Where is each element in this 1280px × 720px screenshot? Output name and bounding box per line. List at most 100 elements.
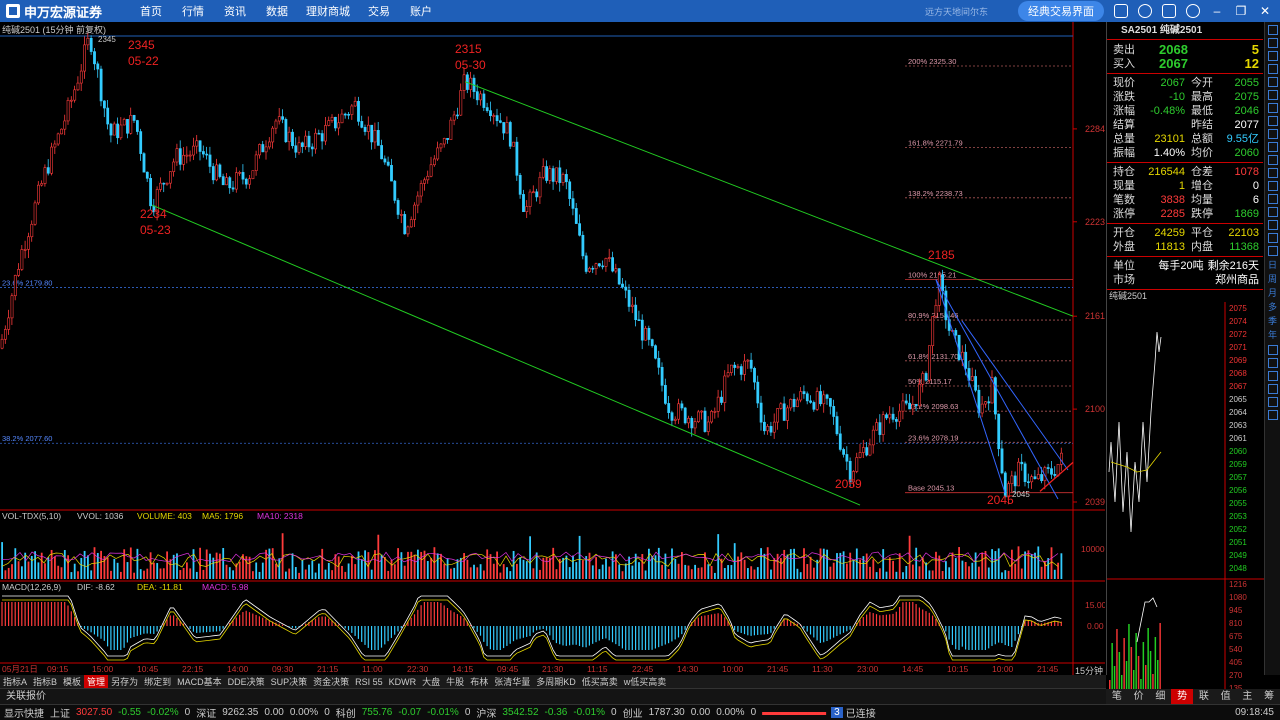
right-tab[interactable]: 价 bbox=[1128, 689, 1150, 704]
tool-icon[interactable] bbox=[1267, 410, 1278, 420]
toolbar-item[interactable]: 低买高卖 bbox=[579, 675, 621, 688]
candle-body bbox=[1023, 463, 1027, 482]
right-tab[interactable]: 主 bbox=[1237, 689, 1259, 704]
nav-wealth-mall[interactable]: 理财商城 bbox=[298, 3, 358, 19]
nav-trade[interactable]: 交易 bbox=[358, 3, 400, 19]
volume-bar bbox=[304, 569, 307, 579]
related-quotes-bar[interactable]: 关联报价 bbox=[0, 688, 1106, 704]
tool-icon[interactable] bbox=[1267, 77, 1278, 87]
tool-icon[interactable] bbox=[1267, 358, 1278, 368]
tool-icon[interactable] bbox=[1267, 25, 1278, 35]
candle-body bbox=[1000, 448, 1004, 474]
toolbar-item[interactable]: 模板 bbox=[60, 675, 84, 688]
toolbar-item[interactable]: 另存为 bbox=[108, 675, 141, 688]
kline-chart-svg[interactable]: 2284 2223 2161 2100 2039 200% 2325.30 161.8% 2… bbox=[0, 22, 1105, 675]
candle-body bbox=[743, 360, 747, 375]
candle-body bbox=[291, 131, 294, 147]
toolbar-item[interactable]: 牛股 bbox=[443, 675, 467, 688]
tool-icon[interactable] bbox=[1267, 116, 1278, 126]
volume-legend: MA5: 1796 bbox=[202, 511, 243, 521]
sell-row[interactable]: 卖出 2068 5 bbox=[1107, 43, 1263, 57]
minimize-icon[interactable]: – bbox=[1210, 4, 1224, 18]
tool-icon[interactable] bbox=[1267, 64, 1278, 74]
toolbar-item[interactable]: w低买高卖 bbox=[621, 675, 670, 688]
tool-icon[interactable] bbox=[1267, 51, 1278, 61]
volume-bar bbox=[572, 555, 574, 579]
volume-bar bbox=[852, 559, 855, 579]
tool-icon[interactable] bbox=[1267, 181, 1278, 191]
toolbar-item[interactable]: 指标B bbox=[30, 675, 60, 688]
right-tab[interactable]: 筹 bbox=[1258, 689, 1280, 704]
right-tab[interactable]: 细 bbox=[1150, 689, 1172, 704]
right-tab[interactable]: 势 bbox=[1171, 689, 1193, 704]
nav-news[interactable]: 资讯 bbox=[214, 3, 256, 19]
volume-bar bbox=[912, 564, 914, 579]
right-tab[interactable]: 笔 bbox=[1106, 689, 1128, 704]
buy-row[interactable]: 买入 2067 12 bbox=[1107, 57, 1263, 71]
period-shortcut[interactable]: 季 bbox=[1265, 314, 1280, 328]
toolbar-item[interactable]: 大盘 bbox=[419, 675, 443, 688]
related-quotes-tab[interactable]: 关联报价 bbox=[6, 691, 46, 702]
toolbar-item[interactable]: 布林 bbox=[467, 675, 491, 688]
volume-bar bbox=[1053, 569, 1056, 579]
period-shortcut[interactable]: 日 bbox=[1265, 258, 1280, 272]
kline-chart-area[interactable]: 2284 2223 2161 2100 2039 200% 2325.30 161.8% 2… bbox=[0, 22, 1105, 675]
candle-body bbox=[637, 319, 641, 321]
tool-icon[interactable] bbox=[1267, 142, 1278, 152]
intraday-mini-chart[interactable]: 2075 2074 2072 2071 2069 2068 2067 2065 2064 2063… bbox=[1107, 302, 1264, 692]
toolbar-item[interactable]: MACD基本 bbox=[174, 675, 225, 688]
tool-icon[interactable] bbox=[1267, 168, 1278, 178]
quote-a-label: 结算 bbox=[1113, 119, 1135, 131]
tool-icon[interactable] bbox=[1267, 220, 1278, 230]
toolbar-item[interactable]: 多周期KD bbox=[533, 675, 579, 688]
classic-trade-button[interactable]: 经典交易界面 bbox=[1018, 1, 1104, 21]
tool-icon[interactable] bbox=[1267, 384, 1278, 394]
period-shortcut[interactable]: 周 bbox=[1265, 272, 1280, 286]
period-shortcut[interactable]: 月 bbox=[1265, 286, 1280, 300]
toolbar-item[interactable]: 管理 bbox=[84, 675, 109, 688]
tool-icon[interactable] bbox=[1267, 345, 1278, 355]
toolbar-item[interactable]: 绑定到 bbox=[141, 675, 174, 688]
kc-index-price: 755.76 bbox=[361, 707, 393, 718]
tool-icon[interactable] bbox=[1267, 397, 1278, 407]
tool-icon[interactable] bbox=[1267, 246, 1278, 256]
tool-icon[interactable] bbox=[1267, 233, 1278, 243]
volume-bar bbox=[255, 562, 258, 579]
tool-icon[interactable] bbox=[1267, 194, 1278, 204]
right-tab[interactable]: 联 bbox=[1193, 689, 1215, 704]
nav-account[interactable]: 账户 bbox=[400, 3, 442, 19]
tool-icon[interactable] bbox=[1267, 129, 1278, 139]
toolbar-item[interactable]: RSI 55 bbox=[352, 677, 386, 687]
candle-body bbox=[1017, 461, 1020, 487]
tool-icon[interactable] bbox=[1267, 90, 1278, 100]
nav-home[interactable]: 首页 bbox=[130, 3, 172, 19]
volume-bar bbox=[268, 548, 271, 579]
nav-data[interactable]: 数据 bbox=[256, 3, 298, 19]
connection-status[interactable]: 已连接 bbox=[846, 705, 876, 720]
tool-icon[interactable] bbox=[1267, 155, 1278, 165]
toolbar-item[interactable]: 指标A bbox=[0, 675, 30, 688]
candle-body bbox=[409, 219, 413, 228]
toolbar-item[interactable]: KDWR bbox=[386, 677, 420, 687]
candle-body bbox=[894, 419, 898, 422]
toolbar-item[interactable]: SUP决策 bbox=[268, 675, 311, 688]
period-shortcut[interactable]: 年 bbox=[1265, 328, 1280, 342]
skin-icon[interactable] bbox=[1114, 4, 1128, 18]
tool-icon[interactable] bbox=[1267, 371, 1278, 381]
tool-icon[interactable] bbox=[1267, 38, 1278, 48]
right-tab[interactable]: 值 bbox=[1215, 689, 1237, 704]
headset-icon[interactable] bbox=[1138, 4, 1152, 18]
tool-icon[interactable] bbox=[1267, 207, 1278, 217]
nav-quotes[interactable]: 行情 bbox=[172, 3, 214, 19]
close-icon[interactable]: ✕ bbox=[1258, 4, 1272, 18]
tool-icon[interactable] bbox=[1267, 103, 1278, 113]
quick-toggle[interactable]: 显示快捷 bbox=[4, 705, 44, 720]
settings-gear-icon[interactable] bbox=[1186, 4, 1200, 18]
maximize-icon[interactable]: ❐ bbox=[1234, 4, 1248, 18]
toolbar-item[interactable]: 资金决策 bbox=[310, 675, 352, 688]
message-icon[interactable] bbox=[1162, 4, 1176, 18]
toolbar-item[interactable]: DDE决策 bbox=[225, 675, 268, 688]
period-shortcut[interactable]: 多 bbox=[1265, 300, 1280, 314]
candle-body bbox=[571, 198, 575, 209]
toolbar-item[interactable]: 张清华量 bbox=[491, 675, 533, 688]
